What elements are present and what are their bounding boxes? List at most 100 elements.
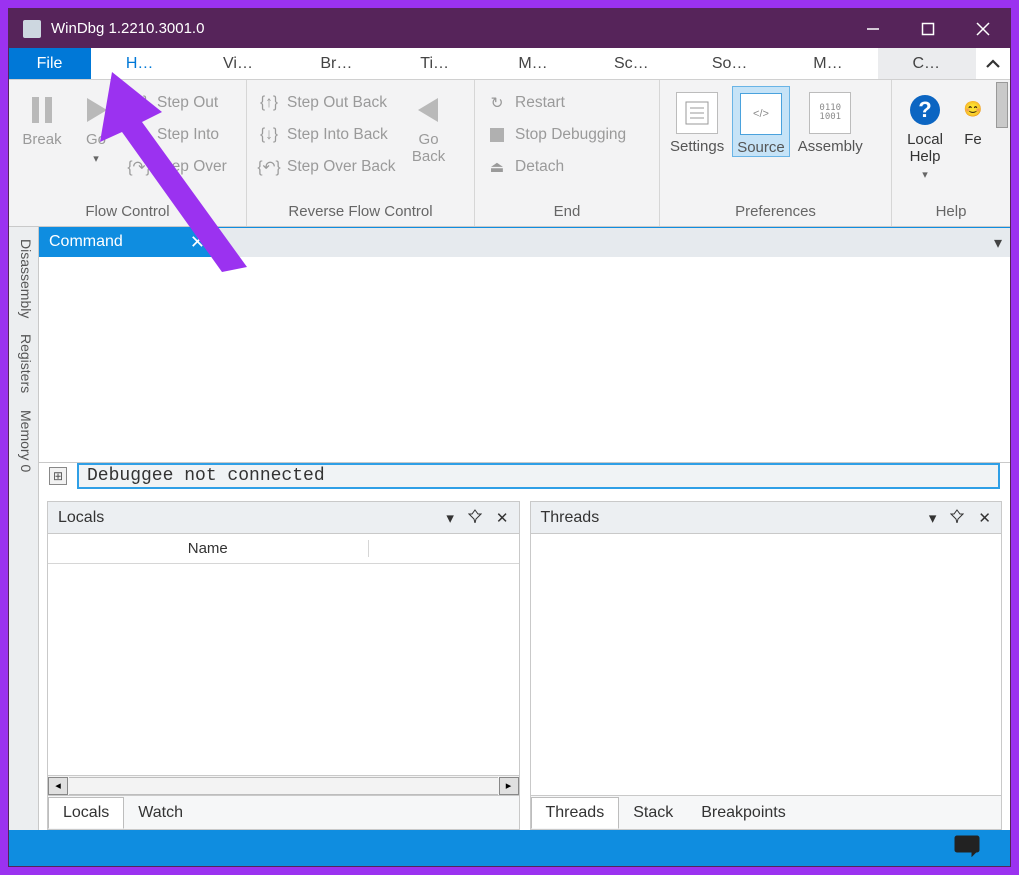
pause-icon [24, 92, 60, 128]
command-input-row: ⊞ [39, 463, 1010, 495]
minimize-button[interactable] [845, 9, 900, 48]
threads-pin-button[interactable] [950, 509, 964, 527]
command-panel-tab[interactable]: Command ✕ [39, 227, 215, 257]
step-over-icon: {↷} [129, 157, 149, 177]
scroll-track[interactable] [69, 777, 498, 795]
stop-label: Stop Debugging [515, 126, 626, 144]
threads-pane: Threads ▾ ✕ Threads Stack Brea [530, 501, 1003, 830]
source-toggle[interactable]: </> Source [732, 86, 790, 157]
command-close-button[interactable]: ✕ [190, 232, 205, 253]
detach-button[interactable]: ⏏ Detach [481, 154, 632, 180]
restart-button[interactable]: ↻ Restart [481, 90, 632, 116]
locals-body [48, 564, 519, 775]
threads-tabs: Threads Stack Breakpoints [531, 795, 1002, 829]
svg-text:?: ? [918, 97, 931, 122]
source-icon: </> [740, 93, 782, 135]
ribbon: Break Go ▾ {↑} Step Out {↓} [9, 80, 1010, 227]
close-button[interactable] [955, 9, 1010, 48]
step-into-button[interactable]: {↓} Step Into [123, 122, 233, 148]
assembly-toggle[interactable]: 01101001 Assembly [794, 86, 867, 155]
go-back-label: Go Back [412, 132, 445, 165]
app-window: WinDbg 1.2210.3001.0 File H… Vi… Br… Ti…… [8, 8, 1011, 867]
break-button[interactable]: Break [15, 86, 69, 149]
step-out-label: Step Out [157, 94, 218, 112]
step-out-icon: {↑} [129, 93, 149, 113]
step-into-icon: {↓} [129, 125, 149, 145]
flow-control-caption: Flow Control [15, 201, 240, 226]
assembly-icon: 01101001 [809, 92, 851, 134]
tab-memory[interactable]: M… [779, 48, 877, 79]
stop-debugging-button[interactable]: Stop Debugging [481, 122, 632, 148]
maximize-button[interactable] [900, 9, 955, 48]
tab-command[interactable]: C… [878, 48, 976, 79]
go-back-button[interactable]: Go Back [402, 86, 456, 165]
locals-title: Locals [58, 509, 104, 527]
ribbon-group-flow-control: Break Go ▾ {↑} Step Out {↓} [9, 80, 247, 226]
tab-file[interactable]: File [9, 48, 91, 79]
side-tab-disassembly[interactable]: Disassembly [9, 231, 38, 326]
ribbon-group-preferences: Settings </> Source 01101001 Assembly Pr… [660, 80, 892, 226]
ribbon-scroll-thumb[interactable] [996, 82, 1008, 128]
locals-close-button[interactable]: ✕ [496, 509, 509, 527]
threads-tab-threads[interactable]: Threads [531, 797, 620, 829]
locals-tabs: Locals Watch [48, 795, 519, 829]
tab-scripting[interactable]: Sc… [583, 48, 681, 79]
source-label: Source [737, 139, 785, 156]
command-panel-header: Command ✕ ▾ [39, 227, 1010, 257]
locals-table-header: Name [48, 534, 519, 564]
threads-body [531, 534, 1002, 795]
locals-pin-button[interactable] [468, 509, 482, 527]
threads-close-button[interactable]: ✕ [978, 509, 991, 527]
locals-tab-locals[interactable]: Locals [48, 797, 124, 829]
side-tabstrip: Disassembly Registers Memory 0 [9, 227, 39, 830]
restart-icon: ↻ [487, 93, 507, 113]
tab-model[interactable]: M… [484, 48, 582, 79]
locals-scrollbar[interactable]: ◂ ▸ [48, 775, 519, 795]
preferences-caption: Preferences [666, 201, 885, 226]
ribbon-collapse-button[interactable] [976, 48, 1010, 79]
command-input[interactable] [77, 463, 1000, 489]
local-help-button[interactable]: ? Local Help ▾ [898, 86, 952, 181]
play-reverse-icon [411, 92, 447, 128]
step-into-back-button[interactable]: {↓} Step Into Back [253, 122, 402, 148]
step-out-button[interactable]: {↑} Step Out [123, 90, 233, 116]
tab-timelines[interactable]: Ti… [386, 48, 484, 79]
step-over-back-label: Step Over Back [287, 158, 396, 176]
tab-source[interactable]: So… [681, 48, 779, 79]
settings-icon [676, 92, 718, 134]
threads-dropdown-button[interactable]: ▾ [929, 509, 937, 527]
help-icon: ? [907, 92, 943, 128]
locals-tab-watch[interactable]: Watch [124, 798, 197, 828]
feedback-button[interactable]: 😊 Fe [958, 86, 988, 149]
side-tab-memory[interactable]: Memory 0 [9, 402, 38, 480]
settings-button[interactable]: Settings [666, 86, 728, 155]
chevron-down-icon: ▾ [922, 169, 928, 181]
locals-pane: Locals ▾ ✕ Name [47, 501, 520, 830]
command-output [39, 257, 1010, 463]
scroll-left-icon[interactable]: ◂ [48, 777, 68, 795]
threads-tab-stack[interactable]: Stack [619, 798, 687, 828]
window-controls [845, 9, 1010, 48]
locals-col-name[interactable]: Name [48, 540, 369, 557]
side-tab-registers[interactable]: Registers [9, 326, 38, 401]
stop-icon [487, 125, 507, 145]
step-out-back-button[interactable]: {↑} Step Out Back [253, 90, 402, 116]
tab-breakpoints[interactable]: Br… [288, 48, 386, 79]
command-mode-toggle[interactable]: ⊞ [49, 467, 67, 485]
tab-view[interactable]: Vi… [189, 48, 287, 79]
ribbon-group-reverse-flow: {↑} Step Out Back {↓} Step Into Back {↶}… [247, 80, 475, 226]
scroll-right-icon[interactable]: ▸ [499, 777, 519, 795]
detach-label: Detach [515, 158, 564, 176]
tab-home[interactable]: H… [91, 48, 189, 79]
assembly-label: Assembly [798, 138, 863, 155]
workspace: Disassembly Registers Memory 0 Command ✕… [9, 227, 1010, 830]
step-out-back-label: Step Out Back [287, 94, 387, 112]
step-over-button[interactable]: {↷} Step Over [123, 154, 233, 180]
minimize-icon [866, 22, 880, 36]
status-feedback-button[interactable] [954, 835, 980, 862]
step-over-back-button[interactable]: {↶} Step Over Back [253, 154, 402, 180]
go-button[interactable]: Go ▾ [69, 86, 123, 165]
threads-tab-breakpoints[interactable]: Breakpoints [687, 798, 800, 828]
locals-dropdown-button[interactable]: ▾ [446, 509, 454, 527]
panel-options-button[interactable]: ▾ [994, 233, 1002, 253]
